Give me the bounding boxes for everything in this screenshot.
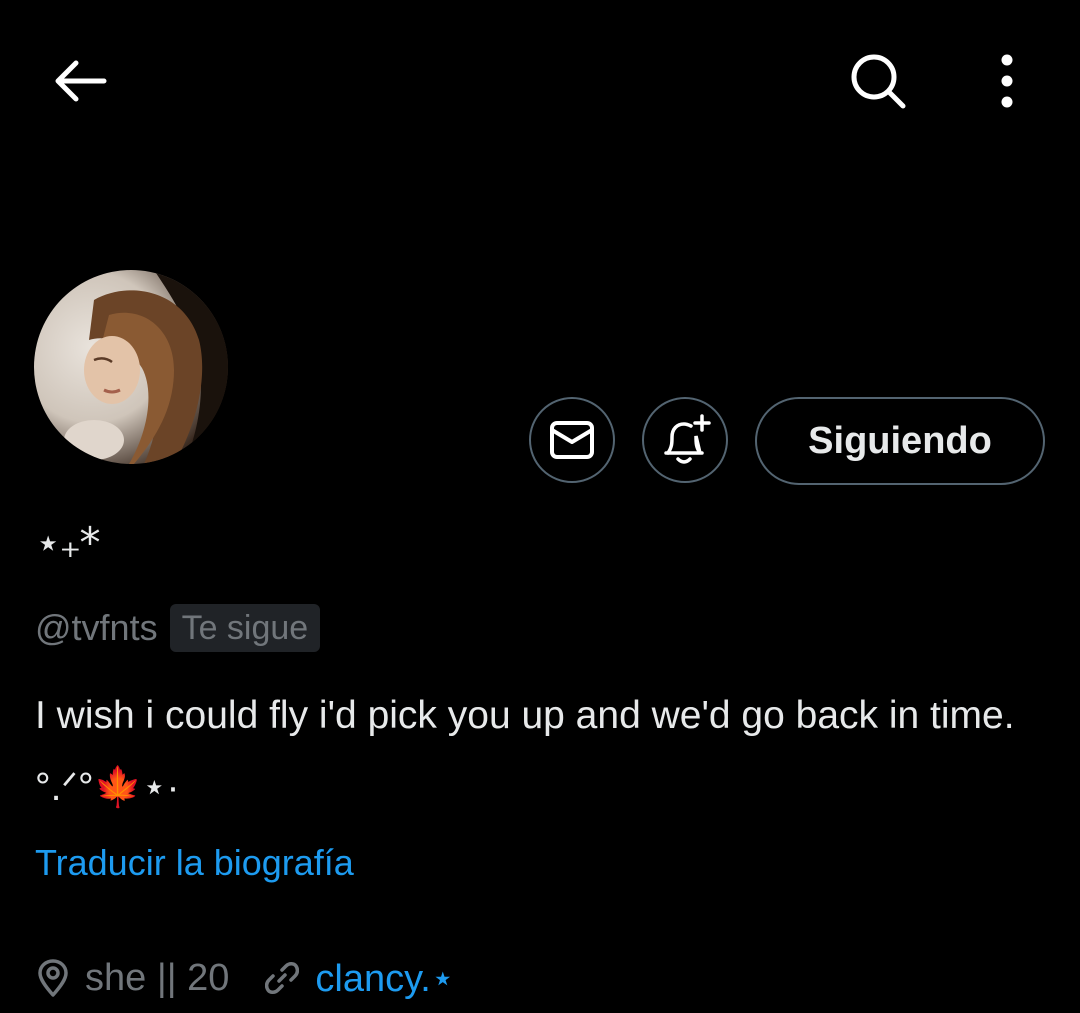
notifications-button[interactable] xyxy=(642,397,728,483)
follows-you-badge: Te sigue xyxy=(169,603,321,653)
handle-row: @tvfnts Te sigue xyxy=(35,602,321,654)
location-item: she || 20 xyxy=(35,957,229,1000)
search-icon xyxy=(851,54,906,109)
more-vertical-icon xyxy=(1001,54,1013,108)
location-text: she || 20 xyxy=(85,956,230,999)
envelope-icon xyxy=(550,421,594,459)
link-icon xyxy=(265,961,300,995)
display-name: ⋆₊* xyxy=(35,518,100,567)
back-button[interactable] xyxy=(40,45,120,117)
search-button[interactable] xyxy=(838,43,918,119)
website-link[interactable]: clancy.⋆ xyxy=(315,956,454,1001)
profile-bio: I wish i could fly i'd pick you up and w… xyxy=(35,694,1015,809)
profile-meta: she || 20 clancy.⋆ xyxy=(35,950,455,1006)
username-handle: @tvfnts xyxy=(35,607,158,648)
following-button[interactable]: Siguiendo xyxy=(755,397,1045,485)
message-button[interactable] xyxy=(529,397,615,483)
top-bar xyxy=(0,0,1080,170)
website-item: clancy.⋆ xyxy=(265,956,455,1001)
translate-bio-link[interactable]: Traducir la biografía xyxy=(35,842,354,884)
arrow-left-icon xyxy=(55,60,107,102)
bell-plus-icon xyxy=(664,414,711,464)
more-options-button[interactable] xyxy=(972,43,1042,119)
avatar[interactable] xyxy=(34,270,228,464)
location-pin-icon xyxy=(35,958,71,998)
